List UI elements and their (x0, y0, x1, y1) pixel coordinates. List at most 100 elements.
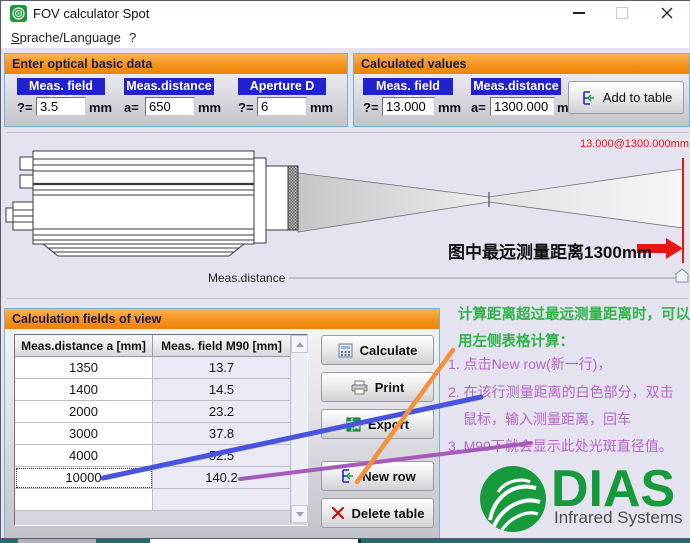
cell-m90[interactable]: 37.8 (153, 423, 291, 445)
beam-cone-left (298, 173, 489, 232)
printer-icon (351, 380, 368, 395)
table-row: 4000 52.5 (15, 445, 307, 467)
close-icon (661, 7, 673, 19)
export-icon (346, 417, 361, 432)
delete-table-label: Delete table (352, 506, 425, 521)
cell-m90[interactable]: 13.7 (153, 357, 291, 379)
note-step-1: 1. 点击New row(新一行)， (448, 354, 611, 374)
cell-m90[interactable]: 23.2 (153, 401, 291, 423)
dias-logo-icon (478, 464, 548, 534)
max-distance-note: 图中最远测量距离1300mm (448, 238, 652, 263)
note-step-3: 3. M90下就会显示此处光斑直径值。 (448, 436, 673, 456)
title-bar: FOV calculator Spot (1, 1, 689, 25)
calculated-values-panel-title: Calculated values (354, 54, 689, 74)
calculate-button[interactable]: Calculate (321, 335, 434, 365)
table-row-selected: 10000 140.2 (15, 467, 307, 489)
cell-m90[interactable] (153, 489, 291, 511)
input-meas-distance[interactable] (145, 97, 195, 116)
prefix-calc-dist: a= (471, 100, 486, 115)
menu-help[interactable]: ? (125, 28, 140, 47)
fov-table: Meas.distance a [mm] Meas. field M90 [mm… (14, 334, 308, 526)
unit-m90: mm (89, 100, 112, 115)
prefix-dist: a= (124, 100, 139, 115)
input-aperture-d[interactable] (257, 97, 307, 116)
table-row-empty (15, 489, 307, 511)
scroll-down-icon (296, 512, 304, 517)
delete-table-button[interactable]: Delete table (321, 498, 434, 528)
label-calc-m90: Meas. field M90 (363, 78, 453, 95)
screen: DIAS FOV calculator Spot (0, 0, 690, 543)
spot-size-label: 13.000@1300.000mm (561, 138, 689, 150)
prefix-aperture: ?= (238, 100, 254, 115)
note-heading-2: 用左侧表格计算： (458, 330, 574, 351)
column-header-distance: Meas.distance a [mm] (15, 335, 153, 357)
calculate-label: Calculate (360, 343, 418, 358)
output-calc-m90[interactable] (382, 97, 435, 116)
dias-logo-subtitle: Infrared Systems (554, 508, 683, 528)
table-row: 1350 13.7 (15, 357, 307, 379)
minimize-button[interactable] (564, 1, 594, 25)
app-icon (10, 5, 27, 22)
label-meas-field-m90: Meas. field M90 (17, 78, 105, 95)
window-title: FOV calculator Spot (33, 6, 149, 21)
prefix-calc-m90: ?= (363, 100, 379, 115)
table-row: 1400 14.5 (15, 379, 307, 401)
scroll-down-button[interactable] (291, 505, 308, 523)
menu-bar: Sprache/Language ? (1, 25, 689, 48)
cell-m90[interactable]: 14.5 (153, 379, 291, 401)
print-button[interactable]: Print (321, 372, 434, 402)
new-row-label: New row (362, 469, 415, 484)
camera-drawing (6, 151, 298, 256)
cell-distance[interactable]: 1400 (15, 379, 153, 401)
add-to-table-label: Add to table (603, 90, 672, 105)
maximize-button[interactable] (607, 1, 637, 25)
note-step-2: 2. 在该行测量距离的白色部分，双击 (448, 382, 674, 402)
add-to-table-icon (580, 90, 596, 106)
delete-icon (331, 506, 345, 520)
input-meas-field-m90[interactable] (36, 97, 86, 116)
cell-distance[interactable]: 2000 (15, 401, 153, 423)
cell-m90[interactable]: 140.2 (153, 467, 291, 489)
scroll-up-button[interactable] (291, 335, 308, 353)
column-header-m90: Meas. field M90 [mm] (153, 335, 291, 357)
close-button[interactable] (652, 1, 682, 25)
basic-data-panel-title: Enter optical basic data (5, 54, 347, 74)
cell-distance-selected[interactable]: 10000 (15, 467, 153, 489)
calculator-icon (338, 343, 353, 358)
cell-distance[interactable]: 3000 (15, 423, 153, 445)
note-step-2-cont: 鼠标，输入测量距离，回车 (463, 409, 631, 429)
new-row-button[interactable]: New row (321, 461, 434, 491)
maximize-icon (616, 7, 628, 19)
app-window: FOV calculator Spot Sprache/Language ? E… (0, 0, 690, 539)
distance-label: Meas.distance (208, 271, 285, 285)
note-heading-1: 计算距离超过最远测量距离时，可以 (458, 303, 690, 324)
beam-cone-right (489, 169, 683, 228)
cell-distance[interactable] (15, 489, 153, 511)
print-label: Print (375, 380, 405, 395)
menu-language[interactable]: Sprache/Language (7, 28, 125, 47)
cell-distance[interactable]: 1350 (15, 357, 153, 379)
label-calc-distance: Meas.distance (471, 78, 561, 95)
distance-slider-handle (676, 269, 688, 282)
prefix-m90: ?= (17, 100, 33, 115)
label-aperture-d: Aperture D (238, 78, 326, 95)
diagram-bottom-divider (7, 298, 689, 299)
fov-diagram (1, 132, 690, 298)
minimize-icon (573, 12, 585, 14)
export-button[interactable]: Export (321, 409, 434, 439)
table-row: 2000 23.2 (15, 401, 307, 423)
scroll-up-icon (296, 342, 304, 347)
table-scrollbar[interactable] (290, 335, 307, 523)
unit-dist: mm (198, 100, 221, 115)
unit-aperture: mm (310, 100, 333, 115)
cell-m90[interactable]: 52.5 (153, 445, 291, 467)
output-calc-distance[interactable] (490, 97, 555, 116)
cell-distance[interactable]: 4000 (15, 445, 153, 467)
fov-panel-title: Calculation fields of view (5, 309, 439, 329)
new-row-icon (339, 468, 355, 484)
table-row: 3000 37.8 (15, 423, 307, 445)
label-meas-distance: Meas.distance (124, 78, 214, 95)
unit-calc-m90: mm (438, 100, 461, 115)
add-to-table-button[interactable]: Add to table (568, 81, 684, 114)
table-header-row: Meas.distance a [mm] Meas. field M90 [mm… (15, 335, 307, 357)
